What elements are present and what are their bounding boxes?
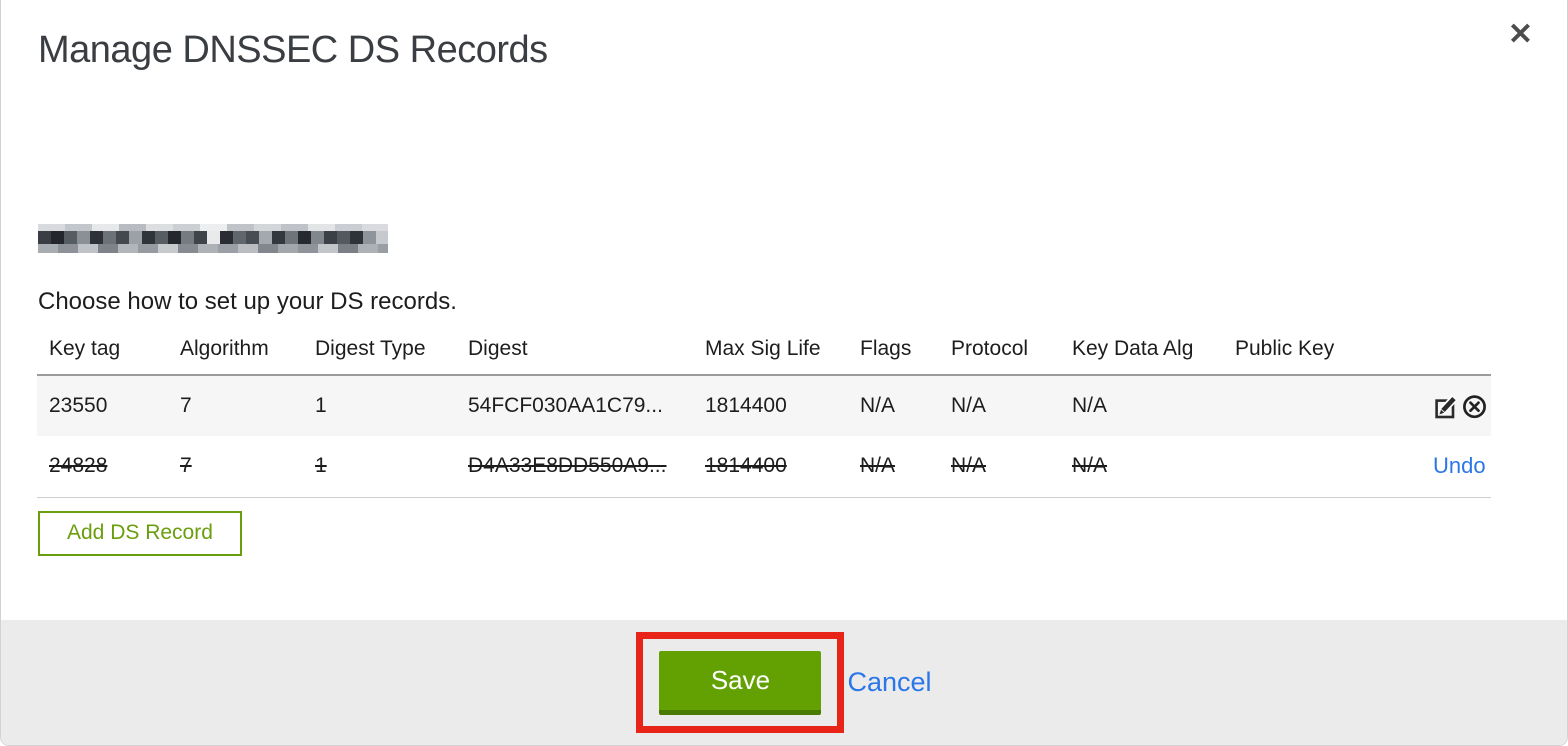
cell-key-data-alg: N/A <box>1072 394 1108 417</box>
cell-key-data-alg: N/A <box>1072 454 1108 478</box>
table-header-row: Key tag Algorithm Digest Type Digest Max… <box>37 331 1491 376</box>
add-ds-record-button[interactable]: Add DS Record <box>38 510 242 556</box>
redacted-domain-name <box>38 224 388 253</box>
annotation-highlight-box: Save <box>636 632 845 733</box>
col-header-actions <box>1421 331 1491 376</box>
cell-algorithm: 7 <box>180 454 192 478</box>
footer-bar: Save Cancel <box>1 620 1567 745</box>
cell-key-tag: 24828 <box>49 454 108 478</box>
col-header-public-key: Public Key <box>1223 331 1421 376</box>
cell-digest: D4A33E8DD550A9... <box>468 454 667 478</box>
pixelation-mosaic <box>38 224 388 253</box>
cancel-link[interactable]: Cancel <box>847 667 931 698</box>
cell-algorithm: 7 <box>180 394 192 417</box>
cell-protocol: N/A <box>951 394 987 417</box>
cell-max-sig-life: 1814400 <box>705 394 787 417</box>
table-row: 23550 7 1 54FCF030AA1C79... 1814400 N/A … <box>37 375 1491 436</box>
col-header-flags: Flags <box>848 331 939 376</box>
cell-flags: N/A <box>860 394 896 417</box>
table-row: 24828 7 1 D4A33E8DD550A9... 1814400 N/A … <box>37 436 1491 498</box>
col-header-protocol: Protocol <box>939 331 1060 376</box>
col-header-key-tag: Key tag <box>37 331 168 376</box>
dnssec-ds-records-modal: Manage DNSSEC DS Records ✕ Choose how to… <box>0 0 1568 746</box>
col-header-digest-type: Digest Type <box>303 331 456 376</box>
cell-key-tag: 23550 <box>49 394 108 417</box>
edit-icon[interactable] <box>1433 393 1460 420</box>
col-header-max-sig-life: Max Sig Life <box>693 331 848 376</box>
cell-digest-type: 1 <box>315 454 327 478</box>
undo-link[interactable]: Undo <box>1433 453 1491 478</box>
col-header-digest: Digest <box>456 331 693 376</box>
cell-protocol: N/A <box>951 454 987 478</box>
col-header-algorithm: Algorithm <box>168 331 303 376</box>
cell-max-sig-life: 1814400 <box>705 454 787 478</box>
col-header-key-data-alg: Key Data Alg <box>1060 331 1223 376</box>
save-button[interactable]: Save <box>659 651 822 715</box>
cell-digest: 54FCF030AA1C79... <box>468 394 663 417</box>
instruction-text: Choose how to set up your DS records. <box>38 288 457 315</box>
cell-digest-type: 1 <box>315 394 327 417</box>
remove-icon[interactable] <box>1461 393 1488 420</box>
ds-records-table: Key tag Algorithm Digest Type Digest Max… <box>37 331 1491 498</box>
cell-flags: N/A <box>860 454 896 478</box>
close-icon[interactable]: ✕ <box>1508 20 1533 50</box>
page-title: Manage DNSSEC DS Records <box>38 29 548 71</box>
